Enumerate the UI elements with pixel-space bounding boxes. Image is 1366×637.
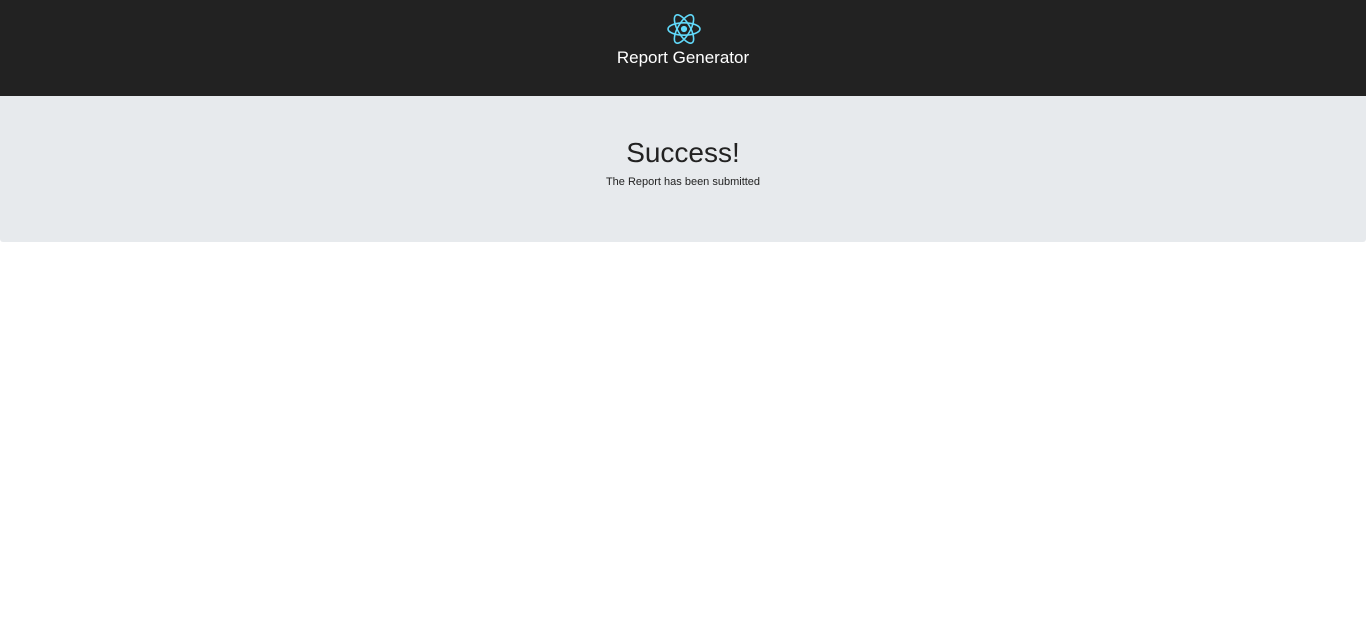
success-heading: Success!	[626, 137, 740, 168]
success-panel: Success! The Report has been submitted	[0, 96, 1366, 242]
app-title: Report Generator	[616, 48, 750, 67]
app-header: Report Generator	[0, 0, 1366, 96]
react-atom-icon	[667, 14, 701, 44]
success-message: The Report has been submitted	[605, 176, 761, 188]
